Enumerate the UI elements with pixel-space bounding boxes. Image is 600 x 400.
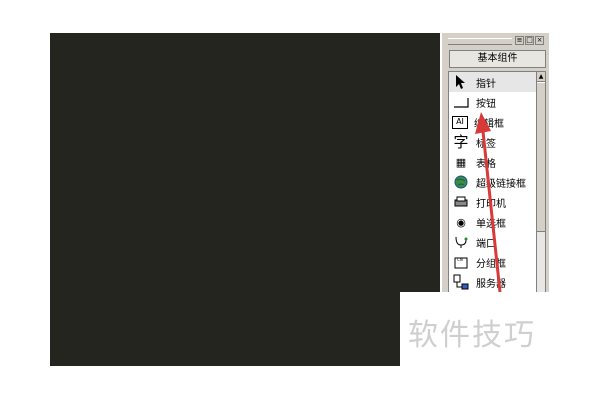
restore-button[interactable]: □ bbox=[525, 36, 534, 45]
edit-box-icon: AI bbox=[452, 115, 468, 129]
hyperlink-globe-icon bbox=[452, 174, 470, 190]
close-button[interactable]: × bbox=[535, 36, 544, 45]
list-item-server[interactable]: 服务器 bbox=[449, 272, 536, 292]
list-item-label: 分组框 bbox=[476, 258, 506, 270]
list-item-pointer[interactable]: 指针 bbox=[449, 72, 536, 92]
list-item-button[interactable]: 按钮 bbox=[449, 92, 536, 112]
list-item-hyperlink[interactable]: 超级链接框 bbox=[449, 172, 536, 192]
toolbox-titlebar[interactable]: ≡ □ × bbox=[444, 35, 548, 47]
list-item-label: 按钮 bbox=[476, 98, 496, 110]
pointer-arrow-icon bbox=[452, 74, 470, 90]
component-list: 指针 按钮 AI 编辑框 字 标签 ▦ 表格 超级链接框 打印机 ◉ 单选框 端… bbox=[448, 71, 536, 295]
list-item-label: 超级链接框 bbox=[476, 178, 526, 190]
list-item-group-box[interactable]: CN 分组框 bbox=[449, 252, 536, 272]
list-item-label: 编辑框 bbox=[474, 118, 504, 130]
list-item-label: 打印机 bbox=[476, 198, 506, 210]
tab-basic-components[interactable]: 基本组件 bbox=[449, 50, 546, 68]
watermark-box: 软件技巧 bbox=[400, 292, 600, 366]
list-item-label: 单选框 bbox=[476, 218, 506, 230]
component-toolbox: ≡ □ × 基本组件 指针 按钮 AI 编辑框 字 标签 ▦ 表格 超级链接框 … bbox=[441, 33, 549, 295]
list-item-label: 端口 bbox=[476, 238, 496, 250]
svg-text:CN: CN bbox=[457, 257, 463, 262]
list-item-radio[interactable]: ◉ 单选框 bbox=[449, 212, 536, 232]
menu-button[interactable]: ≡ bbox=[515, 36, 524, 45]
radio-icon: ◉ bbox=[456, 215, 466, 229]
drag-grip[interactable] bbox=[448, 38, 512, 45]
server-icon bbox=[452, 274, 470, 290]
list-item-label-control[interactable]: 字 标签 bbox=[449, 132, 536, 152]
label-icon: 字 bbox=[453, 132, 469, 151]
scroll-thumb[interactable] bbox=[537, 82, 545, 232]
list-scrollbar[interactable]: ▲ bbox=[536, 71, 546, 295]
watermark-text: 软件技巧 bbox=[408, 318, 536, 353]
list-item-printer[interactable]: 打印机 bbox=[449, 192, 536, 212]
port-icon bbox=[452, 234, 470, 250]
printer-icon bbox=[452, 194, 470, 210]
list-item-label: 标签 bbox=[476, 138, 496, 150]
button-icon bbox=[452, 94, 470, 110]
list-item-label: 指针 bbox=[476, 78, 496, 90]
list-item-label: 服务器 bbox=[476, 278, 506, 290]
design-canvas[interactable] bbox=[50, 33, 440, 366]
table-icon: ▦ bbox=[455, 155, 467, 169]
scroll-up-arrow[interactable]: ▲ bbox=[537, 72, 545, 82]
list-item-edit-box[interactable]: AI 编辑框 bbox=[449, 112, 536, 132]
group-box-icon: CN bbox=[452, 254, 470, 270]
list-item-table[interactable]: ▦ 表格 bbox=[449, 152, 536, 172]
list-item-label: 表格 bbox=[476, 158, 496, 170]
list-item-port[interactable]: 端口 bbox=[449, 232, 536, 252]
